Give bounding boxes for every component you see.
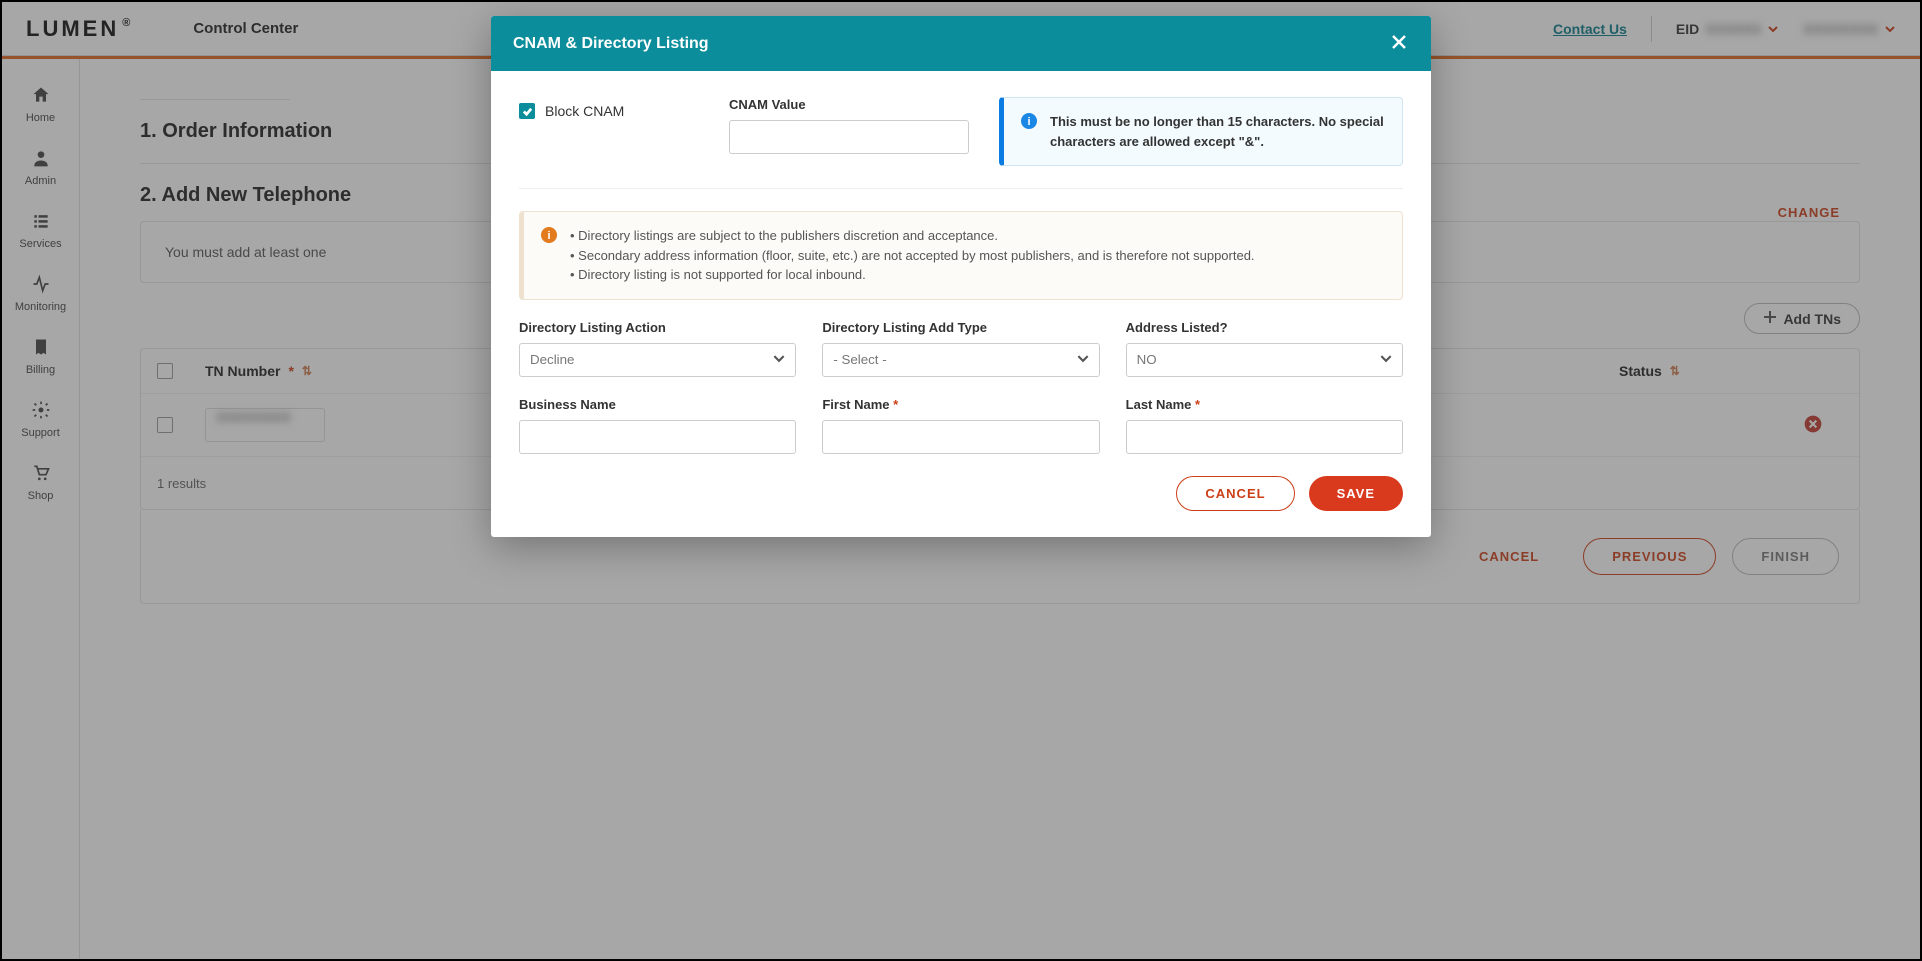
info-callout-cnam: i This must be no longer than 15 charact… bbox=[999, 97, 1403, 166]
info-callout-directory: i Directory listings are subject to the … bbox=[519, 211, 1403, 300]
dir-bullet-2: Secondary address information (floor, su… bbox=[570, 246, 1255, 266]
last-name-input[interactable] bbox=[1126, 420, 1403, 454]
info-text: This must be no longer than 15 character… bbox=[1050, 112, 1386, 151]
modal-save-button[interactable]: SAVE bbox=[1309, 476, 1403, 511]
checkbox-checked-icon bbox=[519, 103, 535, 119]
app-root: LUMEN ® Control Center Contact Us EID XX… bbox=[0, 0, 1922, 961]
addr-listed-select[interactable] bbox=[1126, 343, 1403, 377]
dir-addtype-value[interactable] bbox=[822, 343, 1099, 377]
first-name-input[interactable] bbox=[822, 420, 1099, 454]
chevron-down-icon bbox=[1076, 351, 1090, 368]
dir-action-label: Directory Listing Action bbox=[519, 320, 796, 335]
addr-listed-label: Address Listed? bbox=[1126, 320, 1403, 335]
addr-listed-value[interactable] bbox=[1126, 343, 1403, 377]
cnam-value-label: CNAM Value bbox=[729, 97, 969, 112]
dir-action-value[interactable] bbox=[519, 343, 796, 377]
close-modal-button[interactable] bbox=[1389, 32, 1409, 55]
svg-text:i: i bbox=[1027, 116, 1030, 128]
block-cnam-label: Block CNAM bbox=[545, 103, 624, 119]
modal-actions: CANCEL SAVE bbox=[519, 476, 1403, 511]
dir-bullet-3: Directory listing is not supported for l… bbox=[570, 265, 1255, 285]
dir-bullet-1: Directory listings are subject to the pu… bbox=[570, 226, 1255, 246]
modal-header: CNAM & Directory Listing bbox=[491, 16, 1431, 71]
field-addr-listed: Address Listed? bbox=[1126, 320, 1403, 377]
first-name-label: First Name * bbox=[822, 397, 1099, 412]
modal-body: Block CNAM CNAM Value i This must be no … bbox=[491, 71, 1431, 537]
modal-cancel-button[interactable]: CANCEL bbox=[1176, 476, 1294, 511]
modal-divider bbox=[519, 188, 1403, 189]
info-icon: i bbox=[1020, 112, 1038, 130]
directory-form: Directory Listing Action Directory Listi… bbox=[519, 320, 1403, 454]
field-dir-action: Directory Listing Action bbox=[519, 320, 796, 377]
svg-text:i: i bbox=[547, 230, 550, 242]
field-dir-addtype: Directory Listing Add Type bbox=[822, 320, 1099, 377]
cnam-modal: CNAM & Directory Listing Block CNAM CNAM… bbox=[491, 16, 1431, 537]
business-name-label: Business Name bbox=[519, 397, 796, 412]
dir-action-select[interactable] bbox=[519, 343, 796, 377]
field-first-name: First Name * bbox=[822, 397, 1099, 454]
dir-addtype-select[interactable] bbox=[822, 343, 1099, 377]
info-icon: i bbox=[540, 226, 558, 244]
business-name-input[interactable] bbox=[519, 420, 796, 454]
cnam-value-input[interactable] bbox=[729, 120, 969, 154]
chevron-down-icon bbox=[1379, 351, 1393, 368]
block-cnam-checkbox[interactable]: Block CNAM bbox=[519, 97, 699, 119]
field-business-name: Business Name bbox=[519, 397, 796, 454]
cnam-value-field: CNAM Value bbox=[729, 97, 969, 154]
last-name-label: Last Name * bbox=[1126, 397, 1403, 412]
dir-addtype-label: Directory Listing Add Type bbox=[822, 320, 1099, 335]
directory-info-text: Directory listings are subject to the pu… bbox=[570, 226, 1255, 285]
modal-title: CNAM & Directory Listing bbox=[513, 35, 709, 53]
field-last-name: Last Name * bbox=[1126, 397, 1403, 454]
modal-row-1: Block CNAM CNAM Value i This must be no … bbox=[519, 97, 1403, 166]
chevron-down-icon bbox=[772, 351, 786, 368]
